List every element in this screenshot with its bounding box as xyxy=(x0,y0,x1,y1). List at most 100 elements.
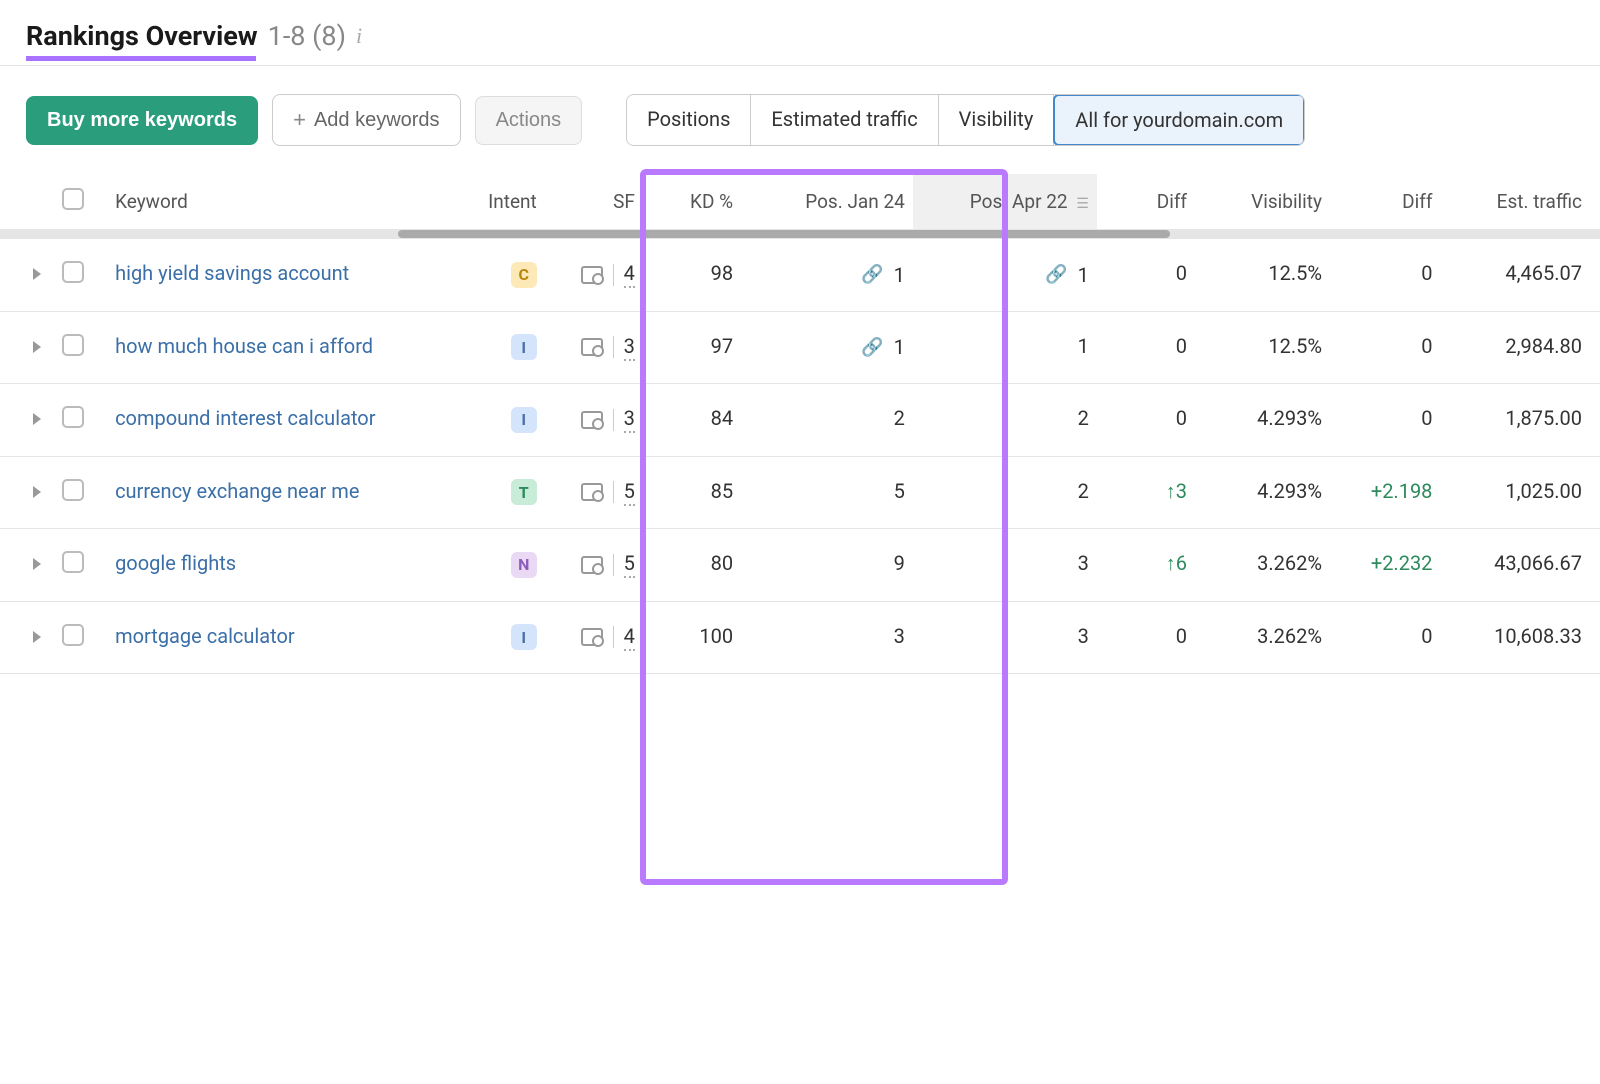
position-value: 3 xyxy=(1078,551,1089,575)
table-row: compound interest calculatorI3842204.293… xyxy=(0,384,1600,457)
buy-keywords-button[interactable]: Buy more keywords xyxy=(26,96,258,145)
title-underline xyxy=(26,56,256,61)
chevron-right-icon[interactable] xyxy=(33,268,41,280)
col-kd[interactable]: KD % xyxy=(643,174,741,230)
est-traffic-value: 43,066.67 xyxy=(1440,529,1600,602)
keyword-link[interactable]: google flights xyxy=(115,551,236,575)
serp-features-icon xyxy=(581,411,603,429)
col-pos-apr22[interactable]: Pos. Apr 22 ☰ xyxy=(913,174,1097,230)
chevron-right-icon[interactable] xyxy=(33,631,41,643)
divider xyxy=(613,336,614,358)
diff-value: 0 xyxy=(1421,261,1432,285)
diff-value: 0 xyxy=(1421,334,1432,358)
row-checkbox[interactable] xyxy=(62,334,84,356)
diff-value: 0 xyxy=(1176,261,1187,285)
horizontal-scrollbar[interactable] xyxy=(0,230,1600,238)
col-diff-vis[interactable]: Diff xyxy=(1330,174,1440,230)
row-checkbox[interactable] xyxy=(62,479,84,501)
tab-visibility[interactable]: Visibility xyxy=(939,95,1055,145)
scrollbar-thumb[interactable] xyxy=(398,230,1170,238)
keyword-link[interactable]: high yield savings account xyxy=(115,261,349,285)
table-row: mortgage calculatorI41003303.262%010,608… xyxy=(0,601,1600,674)
row-checkbox[interactable] xyxy=(62,261,84,283)
position-cell: 2 xyxy=(921,479,1089,503)
col-keyword[interactable]: Keyword xyxy=(103,174,447,230)
chevron-right-icon[interactable] xyxy=(33,558,41,570)
col-intent[interactable]: Intent xyxy=(447,174,545,230)
add-keywords-button[interactable]: + Add keywords xyxy=(272,94,460,146)
info-icon[interactable]: i xyxy=(356,23,362,49)
est-traffic-value: 10,608.33 xyxy=(1440,601,1600,674)
sf-cell[interactable]: 5 xyxy=(581,479,635,506)
visibility-value: 12.5% xyxy=(1195,239,1330,312)
col-sf[interactable]: SF xyxy=(545,174,643,230)
serp-features-icon xyxy=(581,266,603,284)
intent-badge: C xyxy=(511,262,537,288)
position-cell: 3 xyxy=(921,551,1089,575)
page-range: 1-8 (8) xyxy=(268,20,346,52)
col-diff-pos[interactable]: Diff xyxy=(1097,174,1195,230)
sf-cell[interactable]: 4 xyxy=(581,261,635,288)
keyword-link[interactable]: currency exchange near me xyxy=(115,479,359,503)
serp-features-icon xyxy=(581,483,603,501)
col-expand xyxy=(0,174,54,230)
page-title: Rankings Overview xyxy=(26,20,258,52)
sf-cell[interactable]: 4 xyxy=(581,624,635,651)
intent-badge: I xyxy=(511,407,537,433)
divider xyxy=(613,481,614,503)
chevron-right-icon[interactable] xyxy=(33,341,41,353)
table-row: how much house can i affordI397🔗11012.5%… xyxy=(0,311,1600,384)
rankings-table: Keyword Intent SF KD % Pos. Jan 24 Pos. … xyxy=(0,174,1600,674)
diff-value: 0 xyxy=(1176,406,1187,430)
keyword-link[interactable]: compound interest calculator xyxy=(115,406,375,430)
link-icon: 🔗 xyxy=(861,264,883,285)
col-est-traffic[interactable]: Est. traffic xyxy=(1440,174,1600,230)
kd-value: 98 xyxy=(643,239,741,312)
position-value: 1 xyxy=(1078,263,1089,287)
sf-cell[interactable]: 3 xyxy=(581,406,635,433)
tab-all-domain[interactable]: All for yourdomain.com xyxy=(1053,94,1305,146)
chevron-right-icon[interactable] xyxy=(33,413,41,425)
intent-badge: N xyxy=(511,552,537,578)
position-value: 9 xyxy=(894,551,905,575)
keyword-link[interactable]: mortgage calculator xyxy=(115,624,295,648)
row-checkbox[interactable] xyxy=(62,406,84,428)
position-cell: 🔗1 xyxy=(921,263,1089,287)
diff-value: +2.198 xyxy=(1371,479,1433,503)
col-pos-jan24[interactable]: Pos. Jan 24 xyxy=(741,174,913,230)
diff-value: 0 xyxy=(1421,624,1432,648)
sf-cell[interactable]: 3 xyxy=(581,334,635,361)
table-row: google flightsN58093↑63.262%+2.23243,066… xyxy=(0,529,1600,602)
position-cell: 9 xyxy=(749,551,905,575)
position-value: 1 xyxy=(894,263,905,287)
visibility-value: 3.262% xyxy=(1195,601,1330,674)
position-value: 1 xyxy=(1078,334,1089,358)
actions-button[interactable]: Actions xyxy=(475,96,583,145)
position-value: 2 xyxy=(894,406,905,430)
chevron-right-icon[interactable] xyxy=(33,486,41,498)
row-checkbox[interactable] xyxy=(62,551,84,573)
sf-count: 4 xyxy=(624,261,635,288)
col-visibility[interactable]: Visibility xyxy=(1195,174,1330,230)
table-container: Keyword Intent SF KD % Pos. Jan 24 Pos. … xyxy=(0,174,1600,674)
sf-cell[interactable]: 5 xyxy=(581,551,635,578)
position-cell: 🔗1 xyxy=(749,335,905,359)
kd-value: 85 xyxy=(643,456,741,529)
col-select-all[interactable] xyxy=(54,174,103,230)
tab-estimated-traffic[interactable]: Estimated traffic xyxy=(751,95,938,145)
position-value: 2 xyxy=(1078,406,1089,430)
sf-count: 3 xyxy=(624,334,635,361)
tab-positions[interactable]: Positions xyxy=(627,95,751,145)
est-traffic-value: 1,025.00 xyxy=(1440,456,1600,529)
divider xyxy=(613,264,614,286)
intent-badge: I xyxy=(511,334,537,360)
keyword-link[interactable]: how much house can i afford xyxy=(115,334,373,358)
checkbox-icon[interactable] xyxy=(62,188,84,210)
sf-count: 3 xyxy=(624,406,635,433)
diff-value: 0 xyxy=(1176,624,1187,648)
position-cell: 3 xyxy=(749,624,905,648)
row-checkbox[interactable] xyxy=(62,624,84,646)
view-tabs: Positions Estimated traffic Visibility A… xyxy=(626,94,1305,146)
position-cell: 3 xyxy=(921,624,1089,648)
kd-value: 84 xyxy=(643,384,741,457)
